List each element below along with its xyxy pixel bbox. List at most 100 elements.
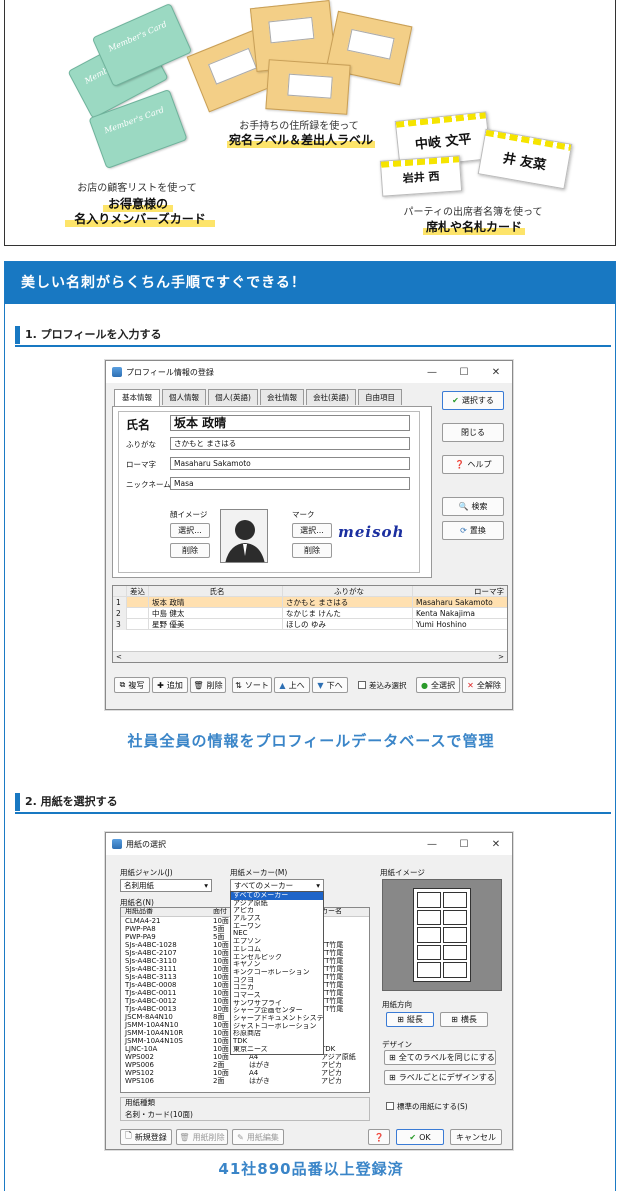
dropdown-option[interactable]: 東京ニーズ [231, 1046, 323, 1054]
scroll-left-icon[interactable]: < [116, 652, 122, 662]
table-row[interactable]: 1 坂本 政晴 さかもと まさはる Masaharu Sakamoto [113, 597, 507, 608]
label-cell [443, 962, 467, 978]
dropdown-option[interactable]: NEC [231, 930, 323, 938]
romaji-label: ローマ字 [126, 460, 156, 469]
genre-select[interactable]: 名刺用紙 ▾ [120, 879, 212, 892]
help-icon: ❓ [374, 1132, 384, 1142]
horizontal-scrollbar[interactable]: < > [113, 651, 507, 662]
grid-icon: ⊞ [389, 1073, 396, 1082]
select-all-icon: ● [421, 680, 428, 690]
furigana-input[interactable]: さかもと まさはる [170, 437, 410, 450]
dropdown-option[interactable]: アピカ [231, 907, 323, 915]
clear-all-button[interactable]: ✕ 全解除 [462, 677, 506, 693]
dropdown-option[interactable]: シャープドキュメントシステム [231, 1015, 323, 1023]
dropdown-option[interactable]: コクヨ [231, 977, 323, 985]
close-button[interactable]: 閉じる [442, 423, 504, 442]
close-icon[interactable]: ✕ [480, 367, 512, 378]
dropdown-option[interactable]: エンゼルピック [231, 954, 323, 962]
select-confirm-button[interactable]: ✔ 選択する [442, 391, 504, 410]
maximize-icon[interactable]: ☐ [448, 839, 480, 850]
minimize-icon[interactable]: — [416, 367, 448, 378]
face-select-button[interactable]: 選択... [170, 523, 210, 538]
dropdown-option[interactable]: ジャストコーポレーション [231, 1023, 323, 1031]
grid-icon: ⊞ [397, 1015, 404, 1024]
col-name: 氏名 [149, 586, 283, 597]
check-icon: ✔ [452, 396, 459, 405]
direction-group: 用紙方向 ⊞ 縦長 ⊞ 横長 [382, 999, 502, 1033]
tab-personal-en[interactable]: 個人(英語) [208, 389, 258, 405]
mark-delete-button[interactable]: 削除 [292, 543, 332, 558]
table-row[interactable]: 3 星野 優美 ほしの ゆみ Yumi Hoshino [113, 619, 507, 630]
dropdown-option[interactable]: コニカ [231, 984, 323, 992]
company-logo: meisoh [338, 523, 405, 541]
sort-button[interactable]: ⇅ ソート [232, 677, 272, 693]
copy-button[interactable]: ⧉ 複写 [114, 677, 150, 693]
new-paper-button[interactable]: 🗋 新規登録 [120, 1129, 172, 1145]
portrait-button[interactable]: ⊞ 縦長 [386, 1012, 434, 1027]
tab-company-en[interactable]: 会社(英語) [306, 389, 356, 405]
help-button[interactable]: ❓ ヘルプ [442, 455, 504, 474]
mark-select-button[interactable]: 選択... [292, 523, 332, 538]
search-icon: 🔍 [458, 502, 469, 511]
name-input[interactable]: 坂本 政晴 [170, 415, 410, 431]
delete-button[interactable]: 🗑 削除 [190, 677, 226, 693]
scroll-right-icon[interactable]: > [498, 652, 504, 662]
dropdown-option[interactable]: アジア原紙 [231, 900, 323, 908]
delete-paper-button[interactable]: 🗑 用紙削除 [176, 1129, 228, 1145]
edit-icon: ✎ [237, 1132, 244, 1142]
col-furigana: ふりがな [283, 586, 413, 597]
dropdown-option[interactable]: 杉原商店 [231, 1030, 323, 1038]
profile-window: プロフィール情報の登録 — ☐ ✕ 基本情報 個人情報 個人(英語) 会社情報 … [105, 360, 513, 710]
dropdown-option[interactable]: エプソン [231, 938, 323, 946]
nickname-input[interactable]: Masa [170, 477, 410, 490]
help-button[interactable]: ❓ [368, 1129, 390, 1145]
face-delete-button[interactable]: 削除 [170, 543, 210, 558]
dropdown-option[interactable]: すべてのメーカー [231, 892, 323, 900]
search-button[interactable]: 🔍 検索 [442, 497, 504, 516]
paper-titlebar: 用紙の選択 — ☐ ✕ [106, 833, 512, 855]
dropdown-option[interactable]: キヤノン [231, 961, 323, 969]
select-all-button[interactable]: ● 全選択 [416, 677, 460, 693]
dropdown-option[interactable]: サンワサプライ [231, 1000, 323, 1008]
hero-illustration: Member's Card Member's Card Member's Car… [4, 0, 616, 246]
dropdown-option[interactable]: TDK [231, 1038, 323, 1046]
dropdown-option[interactable]: エレコム [231, 946, 323, 954]
add-button[interactable]: ✚ 追加 [152, 677, 188, 693]
ok-button[interactable]: ✔ OK [396, 1129, 444, 1145]
standard-checkbox[interactable]: 標準の用紙にする(S) [386, 1101, 468, 1112]
tab-free[interactable]: 自由項目 [358, 389, 402, 405]
tab-basic[interactable]: 基本情報 [114, 389, 160, 406]
cancel-button[interactable]: キャンセル [450, 1129, 502, 1145]
label-cell [443, 909, 467, 926]
maximize-icon[interactable]: ☐ [448, 367, 480, 378]
dropdown-option[interactable]: キングコーポレーション [231, 969, 323, 977]
genre-label: 用紙ジャンル(J) [120, 868, 173, 877]
mark-label: マーク [292, 510, 315, 519]
tab-personal[interactable]: 個人情報 [162, 389, 206, 405]
romaji-input[interactable]: Masaharu Sakamoto [170, 457, 410, 470]
minimize-icon[interactable]: — [416, 839, 448, 850]
checkbox-icon [358, 681, 366, 689]
each-design-button[interactable]: ⊞ ラベルごとにデザインする [384, 1070, 496, 1085]
list-item[interactable]: WPS106 2面 はがき アピカ [121, 1077, 369, 1086]
maker-dropdown[interactable]: すべてのメーカー アジア原紙 アピカ アルプス エーワン NEC エプソン エレコム エンゼルピ… [230, 891, 324, 1055]
same-design-button[interactable]: ⊞ 全てのラベルを同じにする [384, 1050, 496, 1065]
document-icon: 🗋 [125, 1131, 132, 1140]
merge-select-checkbox[interactable]: 差込み選択 [358, 680, 407, 691]
edit-paper-button[interactable]: ✎ 用紙編集 [232, 1129, 284, 1145]
trash-icon: 🗑 [179, 1132, 190, 1142]
landscape-button[interactable]: ⊞ 横長 [440, 1012, 488, 1027]
replace-button[interactable]: ⟳ 置換 [442, 521, 504, 540]
up-arrow-icon: ▲ [279, 680, 286, 690]
dropdown-option[interactable]: エーワン [231, 923, 323, 931]
close-icon[interactable]: ✕ [480, 839, 512, 850]
move-up-button[interactable]: ▲ 上へ [274, 677, 310, 693]
dropdown-option[interactable]: シャープ企画センター [231, 1007, 323, 1015]
dropdown-option[interactable]: コマース [231, 992, 323, 1000]
tab-company[interactable]: 会社情報 [260, 389, 304, 405]
move-down-button[interactable]: ▼ 下へ [312, 677, 348, 693]
table-row[interactable]: 2 中島 健太 なかじま けんた Kenta Nakajima [113, 608, 507, 619]
dropdown-option[interactable]: アルプス [231, 915, 323, 923]
label-cell [417, 944, 441, 961]
furigana-label: ふりがな [126, 440, 156, 449]
